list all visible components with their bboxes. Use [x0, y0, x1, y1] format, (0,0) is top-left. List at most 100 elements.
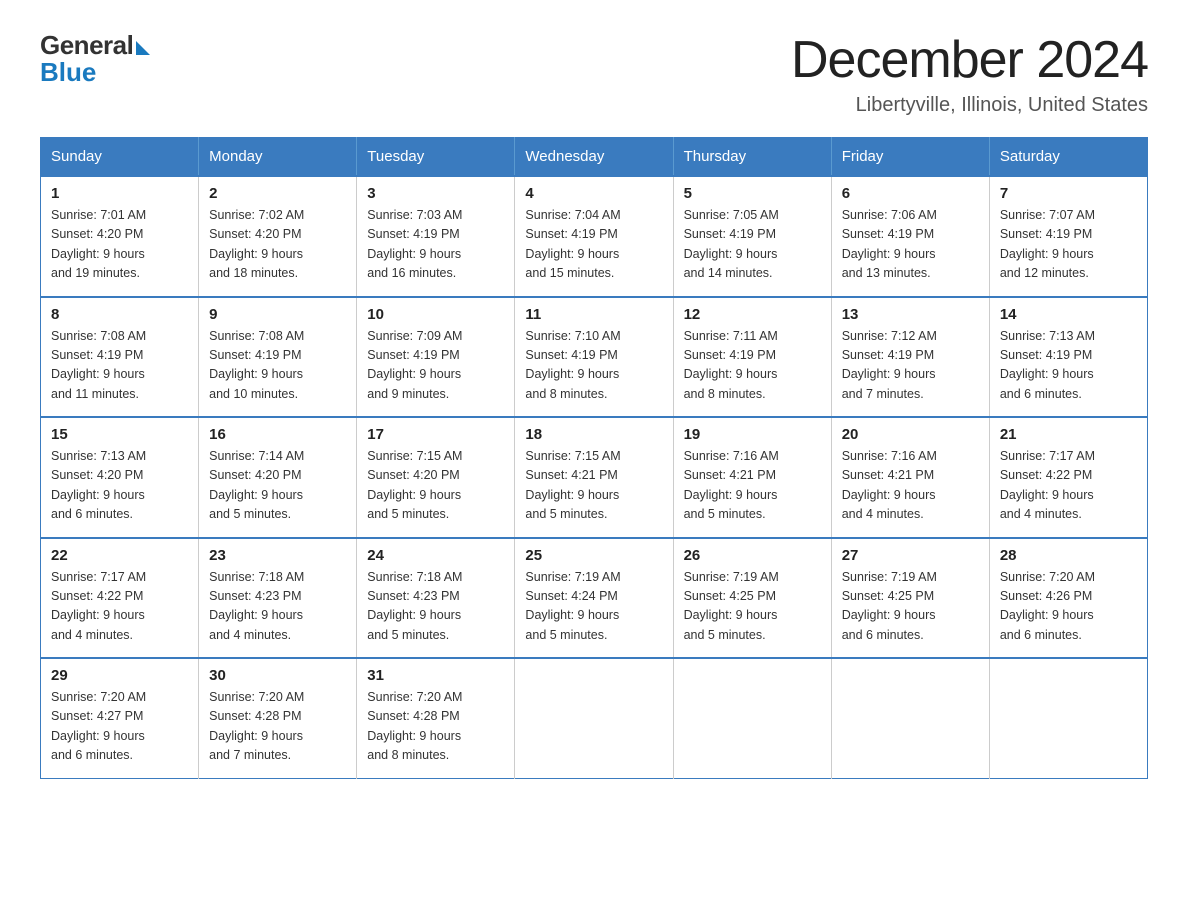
calendar-cell: 30 Sunrise: 7:20 AMSunset: 4:28 PMDayligh… [199, 658, 357, 778]
day-info: Sunrise: 7:08 AMSunset: 4:19 PMDaylight:… [51, 327, 188, 405]
day-info: Sunrise: 7:17 AMSunset: 4:22 PMDaylight:… [51, 568, 188, 646]
day-info: Sunrise: 7:14 AMSunset: 4:20 PMDaylight:… [209, 447, 346, 525]
calendar-cell: 2 Sunrise: 7:02 AMSunset: 4:20 PMDaylight… [199, 176, 357, 297]
day-number: 30 [209, 667, 346, 684]
day-number: 27 [842, 547, 979, 564]
calendar-week-row: 1 Sunrise: 7:01 AMSunset: 4:20 PMDaylight… [41, 176, 1148, 297]
day-number: 7 [1000, 185, 1137, 202]
calendar-cell: 22 Sunrise: 7:17 AMSunset: 4:22 PMDayligh… [41, 538, 199, 659]
day-info: Sunrise: 7:18 AMSunset: 4:23 PMDaylight:… [209, 568, 346, 646]
day-number: 12 [684, 306, 821, 323]
day-info: Sunrise: 7:07 AMSunset: 4:19 PMDaylight:… [1000, 206, 1137, 284]
day-number: 10 [367, 306, 504, 323]
title-area: December 2024 Libertyville, Illinois, Un… [791, 30, 1148, 117]
day-number: 17 [367, 426, 504, 443]
day-info: Sunrise: 7:18 AMSunset: 4:23 PMDaylight:… [367, 568, 504, 646]
calendar-week-row: 22 Sunrise: 7:17 AMSunset: 4:22 PMDayligh… [41, 538, 1148, 659]
day-number: 9 [209, 306, 346, 323]
day-number: 21 [1000, 426, 1137, 443]
calendar-cell: 29Sunrise: 7:20 AMSunset: 4:27 PMDayligh… [41, 658, 199, 778]
day-info: Sunrise: 7:16 AMSunset: 4:21 PMDaylight:… [684, 447, 821, 525]
logo-triangle-icon [136, 41, 150, 55]
day-info: Sunrise: 7:17 AMSunset: 4:22 PMDaylight:… [1000, 447, 1137, 525]
header: General Blue December 2024 Libertyville,… [40, 30, 1148, 117]
day-number: 16 [209, 426, 346, 443]
day-number: 3 [367, 185, 504, 202]
day-info: Sunrise: 7:01 AMSunset: 4:20 PMDaylight:… [51, 206, 188, 284]
weekday-header-sunday: Sunday [41, 138, 199, 177]
day-number: 15 [51, 426, 188, 443]
day-number: 22 [51, 547, 188, 564]
day-number: 8 [51, 306, 188, 323]
calendar-cell: 6Sunrise: 7:06 AMSunset: 4:19 PMDaylight… [831, 176, 989, 297]
calendar-cell: 15 Sunrise: 7:13 AMSunset: 4:20 PMDayligh… [41, 417, 199, 538]
calendar-cell [831, 658, 989, 778]
calendar-cell: 14 Sunrise: 7:13 AMSunset: 4:19 PMDayligh… [989, 297, 1147, 418]
day-info: Sunrise: 7:20 AMSunset: 4:28 PMDaylight:… [209, 688, 346, 766]
calendar-week-row: 29Sunrise: 7:20 AMSunset: 4:27 PMDayligh… [41, 658, 1148, 778]
day-number: 28 [1000, 547, 1137, 564]
calendar-cell: 23 Sunrise: 7:18 AMSunset: 4:23 PMDayligh… [199, 538, 357, 659]
day-info: Sunrise: 7:19 AMSunset: 4:25 PMDaylight:… [684, 568, 821, 646]
logo-blue-text: Blue [40, 57, 96, 88]
day-number: 2 [209, 185, 346, 202]
calendar-cell: 5Sunrise: 7:05 AMSunset: 4:19 PMDaylight… [673, 176, 831, 297]
calendar-cell: 1 Sunrise: 7:01 AMSunset: 4:20 PMDaylight… [41, 176, 199, 297]
calendar-table: SundayMondayTuesdayWednesdayThursdayFrid… [40, 137, 1148, 779]
day-number: 1 [51, 185, 188, 202]
day-number: 5 [684, 185, 821, 202]
day-number: 25 [525, 547, 662, 564]
calendar-cell: 24 Sunrise: 7:18 AMSunset: 4:23 PMDayligh… [357, 538, 515, 659]
calendar-cell: 27 Sunrise: 7:19 AMSunset: 4:25 PMDayligh… [831, 538, 989, 659]
logo: General Blue [40, 30, 150, 88]
day-number: 14 [1000, 306, 1137, 323]
calendar-cell: 18Sunrise: 7:15 AMSunset: 4:21 PMDayligh… [515, 417, 673, 538]
weekday-header-wednesday: Wednesday [515, 138, 673, 177]
day-info: Sunrise: 7:16 AMSunset: 4:21 PMDaylight:… [842, 447, 979, 525]
day-info: Sunrise: 7:09 AMSunset: 4:19 PMDaylight:… [367, 327, 504, 405]
calendar-cell: 10 Sunrise: 7:09 AMSunset: 4:19 PMDayligh… [357, 297, 515, 418]
day-number: 13 [842, 306, 979, 323]
day-number: 19 [684, 426, 821, 443]
calendar-cell [515, 658, 673, 778]
calendar-week-row: 8 Sunrise: 7:08 AMSunset: 4:19 PMDaylight… [41, 297, 1148, 418]
day-info: Sunrise: 7:19 AMSunset: 4:24 PMDaylight:… [525, 568, 662, 646]
day-info: Sunrise: 7:20 AMSunset: 4:28 PMDaylight:… [367, 688, 504, 766]
day-info: Sunrise: 7:19 AMSunset: 4:25 PMDaylight:… [842, 568, 979, 646]
day-info: Sunrise: 7:08 AMSunset: 4:19 PMDaylight:… [209, 327, 346, 405]
day-info: Sunrise: 7:13 AMSunset: 4:19 PMDaylight:… [1000, 327, 1137, 405]
weekday-header-thursday: Thursday [673, 138, 831, 177]
day-info: Sunrise: 7:20 AMSunset: 4:26 PMDaylight:… [1000, 568, 1137, 646]
day-info: Sunrise: 7:15 AMSunset: 4:20 PMDaylight:… [367, 447, 504, 525]
day-info: Sunrise: 7:13 AMSunset: 4:20 PMDaylight:… [51, 447, 188, 525]
day-number: 6 [842, 185, 979, 202]
calendar-cell [989, 658, 1147, 778]
day-info: Sunrise: 7:11 AMSunset: 4:19 PMDaylight:… [684, 327, 821, 405]
calendar-cell: 16 Sunrise: 7:14 AMSunset: 4:20 PMDayligh… [199, 417, 357, 538]
calendar-cell [673, 658, 831, 778]
weekday-header-friday: Friday [831, 138, 989, 177]
day-number: 4 [525, 185, 662, 202]
calendar-cell: 21 Sunrise: 7:17 AMSunset: 4:22 PMDayligh… [989, 417, 1147, 538]
calendar-cell: 3Sunrise: 7:03 AMSunset: 4:19 PMDaylight… [357, 176, 515, 297]
location-title: Libertyville, Illinois, United States [791, 94, 1148, 117]
calendar-cell: 4 Sunrise: 7:04 AMSunset: 4:19 PMDaylight… [515, 176, 673, 297]
calendar-cell: 8 Sunrise: 7:08 AMSunset: 4:19 PMDaylight… [41, 297, 199, 418]
day-info: Sunrise: 7:04 AMSunset: 4:19 PMDaylight:… [525, 206, 662, 284]
day-number: 31 [367, 667, 504, 684]
calendar-cell: 26 Sunrise: 7:19 AMSunset: 4:25 PMDayligh… [673, 538, 831, 659]
day-number: 23 [209, 547, 346, 564]
calendar-week-row: 15 Sunrise: 7:13 AMSunset: 4:20 PMDayligh… [41, 417, 1148, 538]
day-number: 11 [525, 306, 662, 323]
calendar-cell: 9 Sunrise: 7:08 AMSunset: 4:19 PMDaylight… [199, 297, 357, 418]
day-number: 29 [51, 667, 188, 684]
day-info: Sunrise: 7:12 AMSunset: 4:19 PMDaylight:… [842, 327, 979, 405]
calendar-cell: 12 Sunrise: 7:11 AMSunset: 4:19 PMDayligh… [673, 297, 831, 418]
month-title: December 2024 [791, 30, 1148, 90]
day-number: 26 [684, 547, 821, 564]
day-number: 18 [525, 426, 662, 443]
day-info: Sunrise: 7:02 AMSunset: 4:20 PMDaylight:… [209, 206, 346, 284]
calendar-cell: 17 Sunrise: 7:15 AMSunset: 4:20 PMDayligh… [357, 417, 515, 538]
day-number: 20 [842, 426, 979, 443]
day-number: 24 [367, 547, 504, 564]
